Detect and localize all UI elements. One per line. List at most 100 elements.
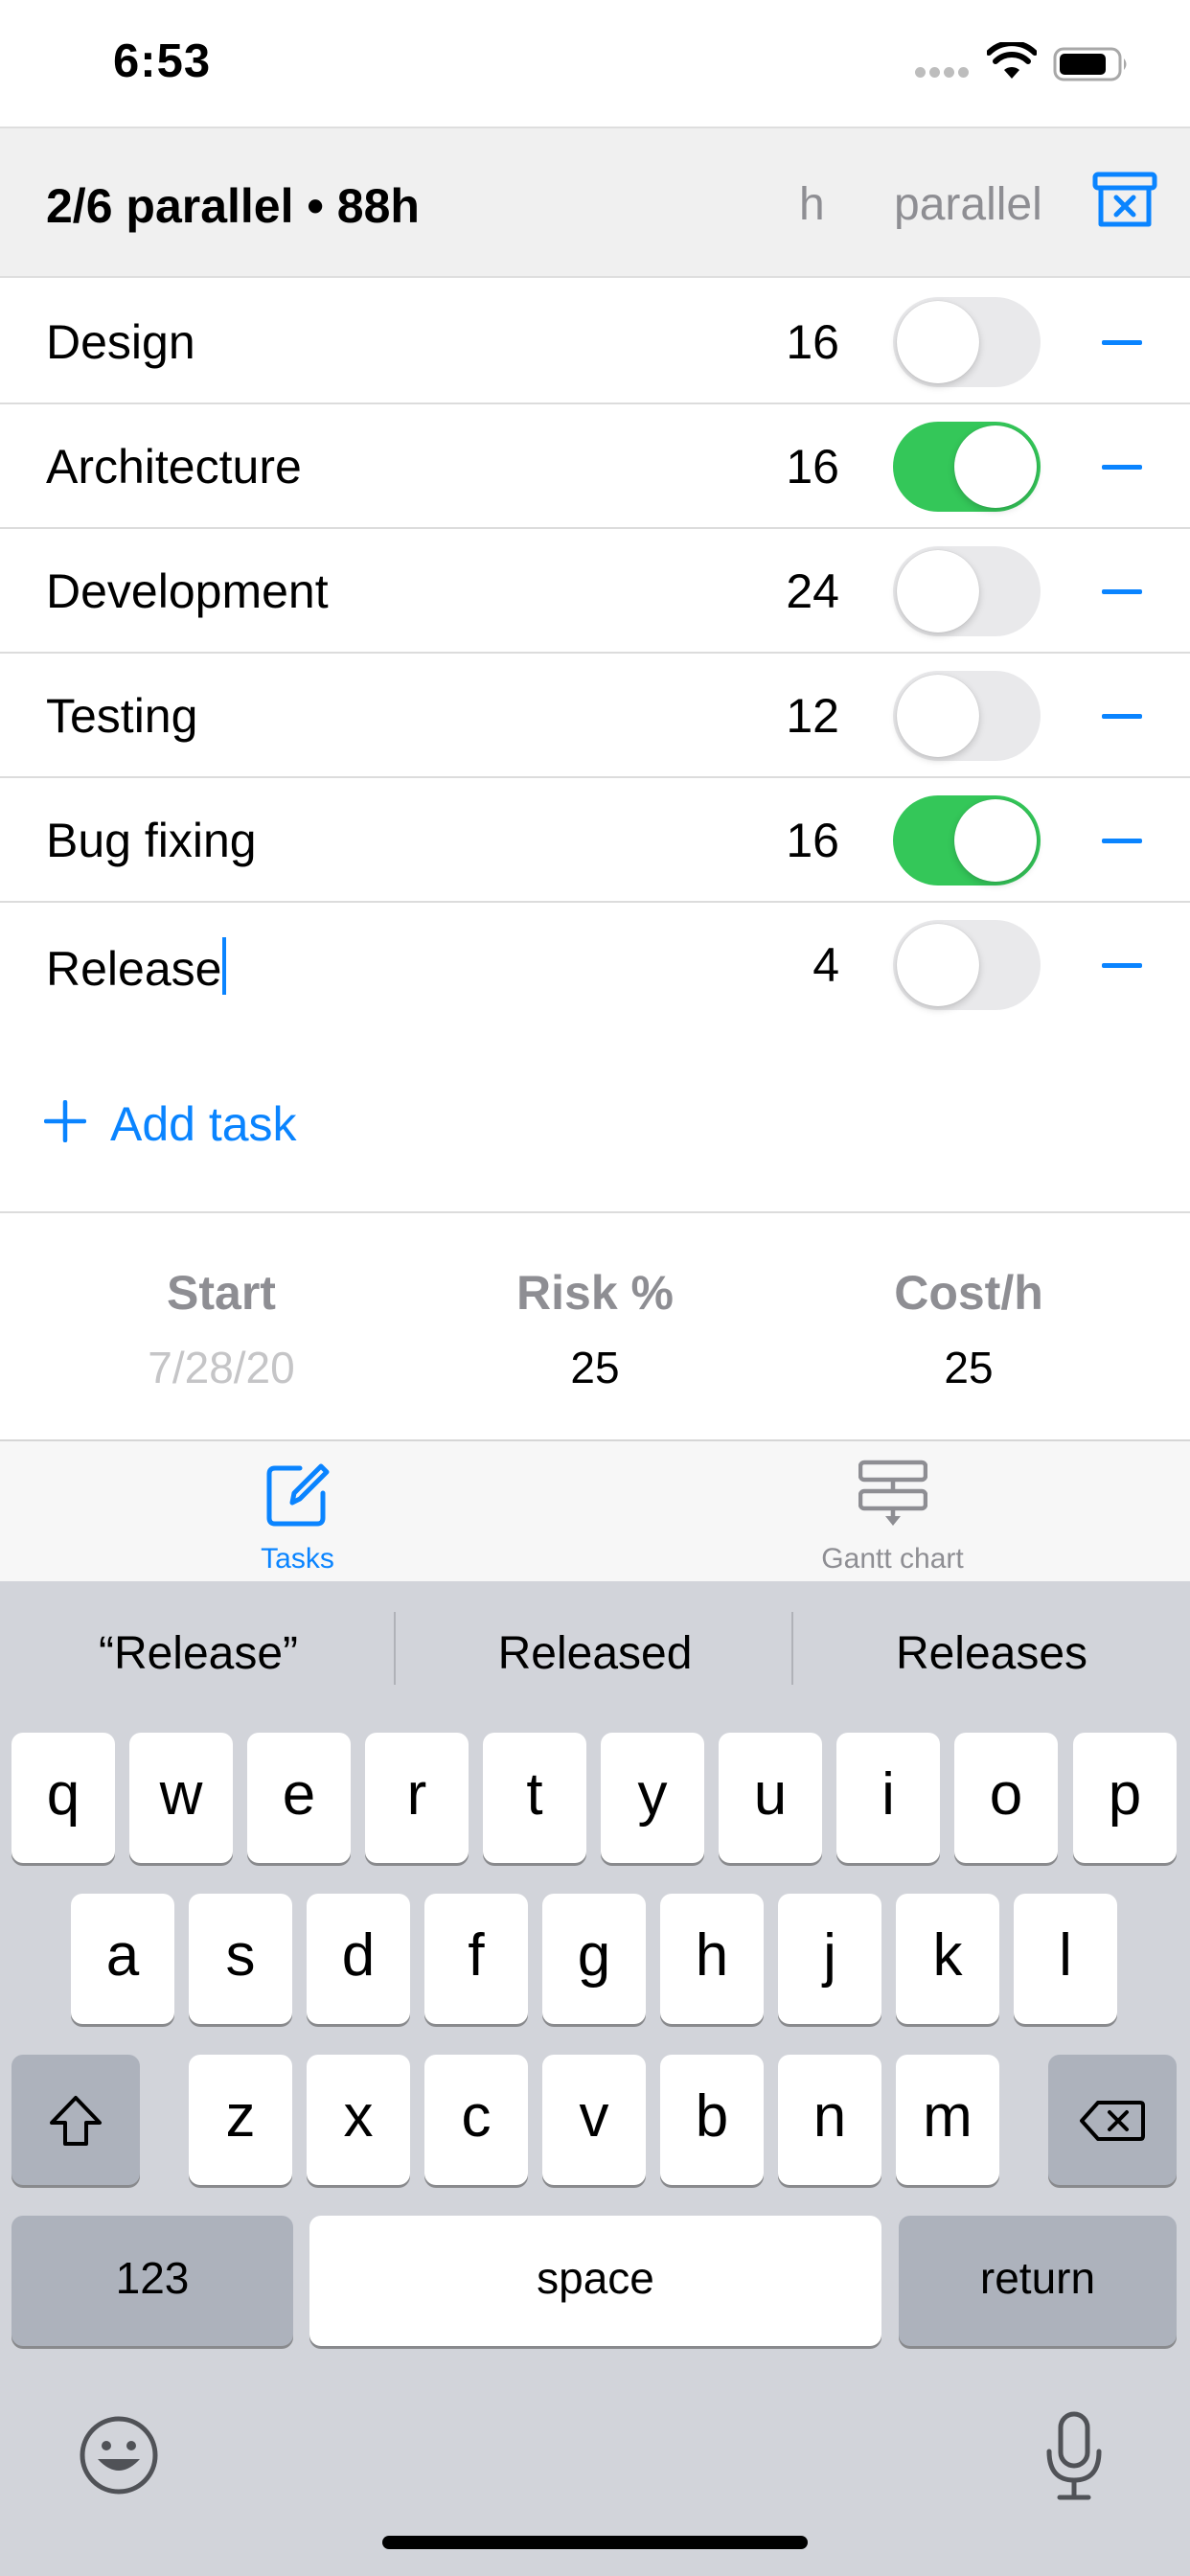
start-date-setting[interactable]: Start 7/28/20 <box>34 1265 408 1393</box>
cellular-signal-icon <box>915 67 973 80</box>
remove-task-icon[interactable] <box>1102 340 1142 345</box>
key-w[interactable]: w <box>129 1733 233 1863</box>
delete-key[interactable] <box>1048 2055 1177 2185</box>
key-u[interactable]: u <box>719 1733 822 1863</box>
remove-task-icon[interactable] <box>1102 963 1142 968</box>
key-x[interactable]: x <box>307 2055 410 2185</box>
task-row: Testing 12 <box>0 654 1190 778</box>
hours-column-header: h <box>799 179 825 230</box>
key-y[interactable]: y <box>601 1733 704 1863</box>
return-key[interactable]: return <box>899 2216 1177 2346</box>
key-t[interactable]: t <box>483 1733 586 1863</box>
remove-task-icon[interactable] <box>1102 714 1142 719</box>
parallel-summary: 2/6 parallel • 88h <box>46 179 420 233</box>
suggestion-item[interactable]: “Release” <box>0 1627 397 1680</box>
key-v[interactable]: v <box>542 2055 646 2185</box>
risk-field[interactable]: 25 <box>408 1342 782 1393</box>
task-row: Release 4 <box>0 903 1190 1027</box>
key-h[interactable]: h <box>660 1894 764 2024</box>
remove-task-icon[interactable] <box>1102 839 1142 843</box>
key-k[interactable]: k <box>896 1894 999 2024</box>
task-row: Architecture 16 <box>0 404 1190 529</box>
add-task-button[interactable]: Add task <box>0 1025 1190 1213</box>
tab-tasks[interactable]: Tasks <box>0 1441 595 1583</box>
key-z[interactable]: z <box>189 2055 292 2185</box>
numbers-key[interactable]: 123 <box>11 2216 293 2346</box>
parallel-column-header: parallel <box>894 179 1042 230</box>
task-hours[interactable]: 16 <box>786 314 839 370</box>
plus-icon <box>44 1100 86 1142</box>
tab-gantt-chart[interactable]: Gantt chart <box>595 1441 1190 1583</box>
shift-key[interactable] <box>11 2055 140 2185</box>
keyboard: “Release” Released Releases q w e r t y … <box>0 1581 1190 2576</box>
remove-task-icon[interactable] <box>1102 589 1142 594</box>
task-hours[interactable]: 16 <box>786 813 839 868</box>
parallel-toggle[interactable] <box>893 795 1041 886</box>
key-s[interactable]: s <box>189 1894 292 2024</box>
task-name[interactable]: Design <box>46 314 195 370</box>
tab-gantt-label: Gantt chart <box>821 1543 964 1575</box>
parallel-toggle[interactable] <box>893 422 1041 512</box>
suggestion-item[interactable]: Releases <box>793 1627 1190 1680</box>
text-cursor <box>222 937 227 995</box>
task-name[interactable]: Testing <box>46 688 197 744</box>
add-task-label: Add task <box>110 1097 297 1151</box>
gantt-chart-icon <box>858 1460 927 1526</box>
risk-label: Risk % <box>516 1266 674 1320</box>
cost-label: Cost/h <box>894 1266 1043 1320</box>
key-q[interactable]: q <box>11 1733 115 1863</box>
key-i[interactable]: i <box>836 1733 940 1863</box>
tab-bar: Tasks Gantt chart <box>0 1439 1190 1581</box>
parallel-toggle[interactable] <box>893 297 1041 387</box>
task-hours[interactable]: 24 <box>786 564 839 619</box>
parallel-toggle[interactable] <box>893 546 1041 636</box>
parallel-toggle[interactable] <box>893 671 1041 761</box>
key-l[interactable]: l <box>1014 1894 1117 2024</box>
tab-tasks-label: Tasks <box>261 1543 334 1575</box>
task-name[interactable]: Architecture <box>46 439 302 494</box>
key-f[interactable]: f <box>424 1894 528 2024</box>
cost-field[interactable]: 25 <box>782 1342 1156 1393</box>
suggestion-item[interactable]: Released <box>397 1627 793 1680</box>
key-o[interactable]: o <box>954 1733 1058 1863</box>
space-key[interactable]: space <box>309 2216 881 2346</box>
key-c[interactable]: c <box>424 2055 528 2185</box>
suggestion-divider <box>394 1612 396 1685</box>
battery-icon <box>1053 47 1127 81</box>
key-n[interactable]: n <box>778 2055 881 2185</box>
start-date-field[interactable]: 7/28/20 <box>34 1342 408 1393</box>
task-hours[interactable]: 4 <box>812 937 839 993</box>
key-d[interactable]: d <box>307 1894 410 2024</box>
emoji-icon[interactable] <box>79 2415 159 2496</box>
key-p[interactable]: p <box>1073 1733 1177 1863</box>
task-name[interactable]: Development <box>46 564 329 619</box>
task-row: Bug fixing 16 <box>0 778 1190 903</box>
key-j[interactable]: j <box>778 1894 881 2024</box>
task-row: Design 16 <box>0 280 1190 404</box>
parallel-toggle[interactable] <box>893 920 1041 1010</box>
task-hours[interactable]: 12 <box>786 688 839 744</box>
wifi-icon <box>987 42 1037 79</box>
status-bar: 6:53 <box>0 0 1190 126</box>
edit-square-icon <box>266 1463 329 1527</box>
remove-task-icon[interactable] <box>1102 465 1142 470</box>
task-name-field[interactable]: Release <box>46 937 227 997</box>
cost-setting[interactable]: Cost/h 25 <box>782 1265 1156 1393</box>
microphone-icon[interactable] <box>1044 2411 1104 2501</box>
key-m[interactable]: m <box>896 2055 999 2185</box>
key-b[interactable]: b <box>660 2055 764 2185</box>
status-time: 6:53 <box>113 35 212 87</box>
risk-setting[interactable]: Risk % 25 <box>408 1265 782 1393</box>
shift-icon <box>50 2095 102 2146</box>
start-label: Start <box>167 1266 276 1320</box>
key-g[interactable]: g <box>542 1894 646 2024</box>
project-settings: Start 7/28/20 Risk % 25 Cost/h 25 <box>0 1215 1190 1439</box>
archive-x-icon[interactable] <box>1092 171 1157 230</box>
task-name-text: Release <box>46 942 222 996</box>
task-name[interactable]: Bug fixing <box>46 813 257 868</box>
task-hours[interactable]: 16 <box>786 439 839 494</box>
key-e[interactable]: e <box>247 1733 351 1863</box>
predictive-bar: “Release” Released Releases <box>0 1581 1190 1725</box>
key-r[interactable]: r <box>365 1733 469 1863</box>
key-a[interactable]: a <box>71 1894 174 2024</box>
